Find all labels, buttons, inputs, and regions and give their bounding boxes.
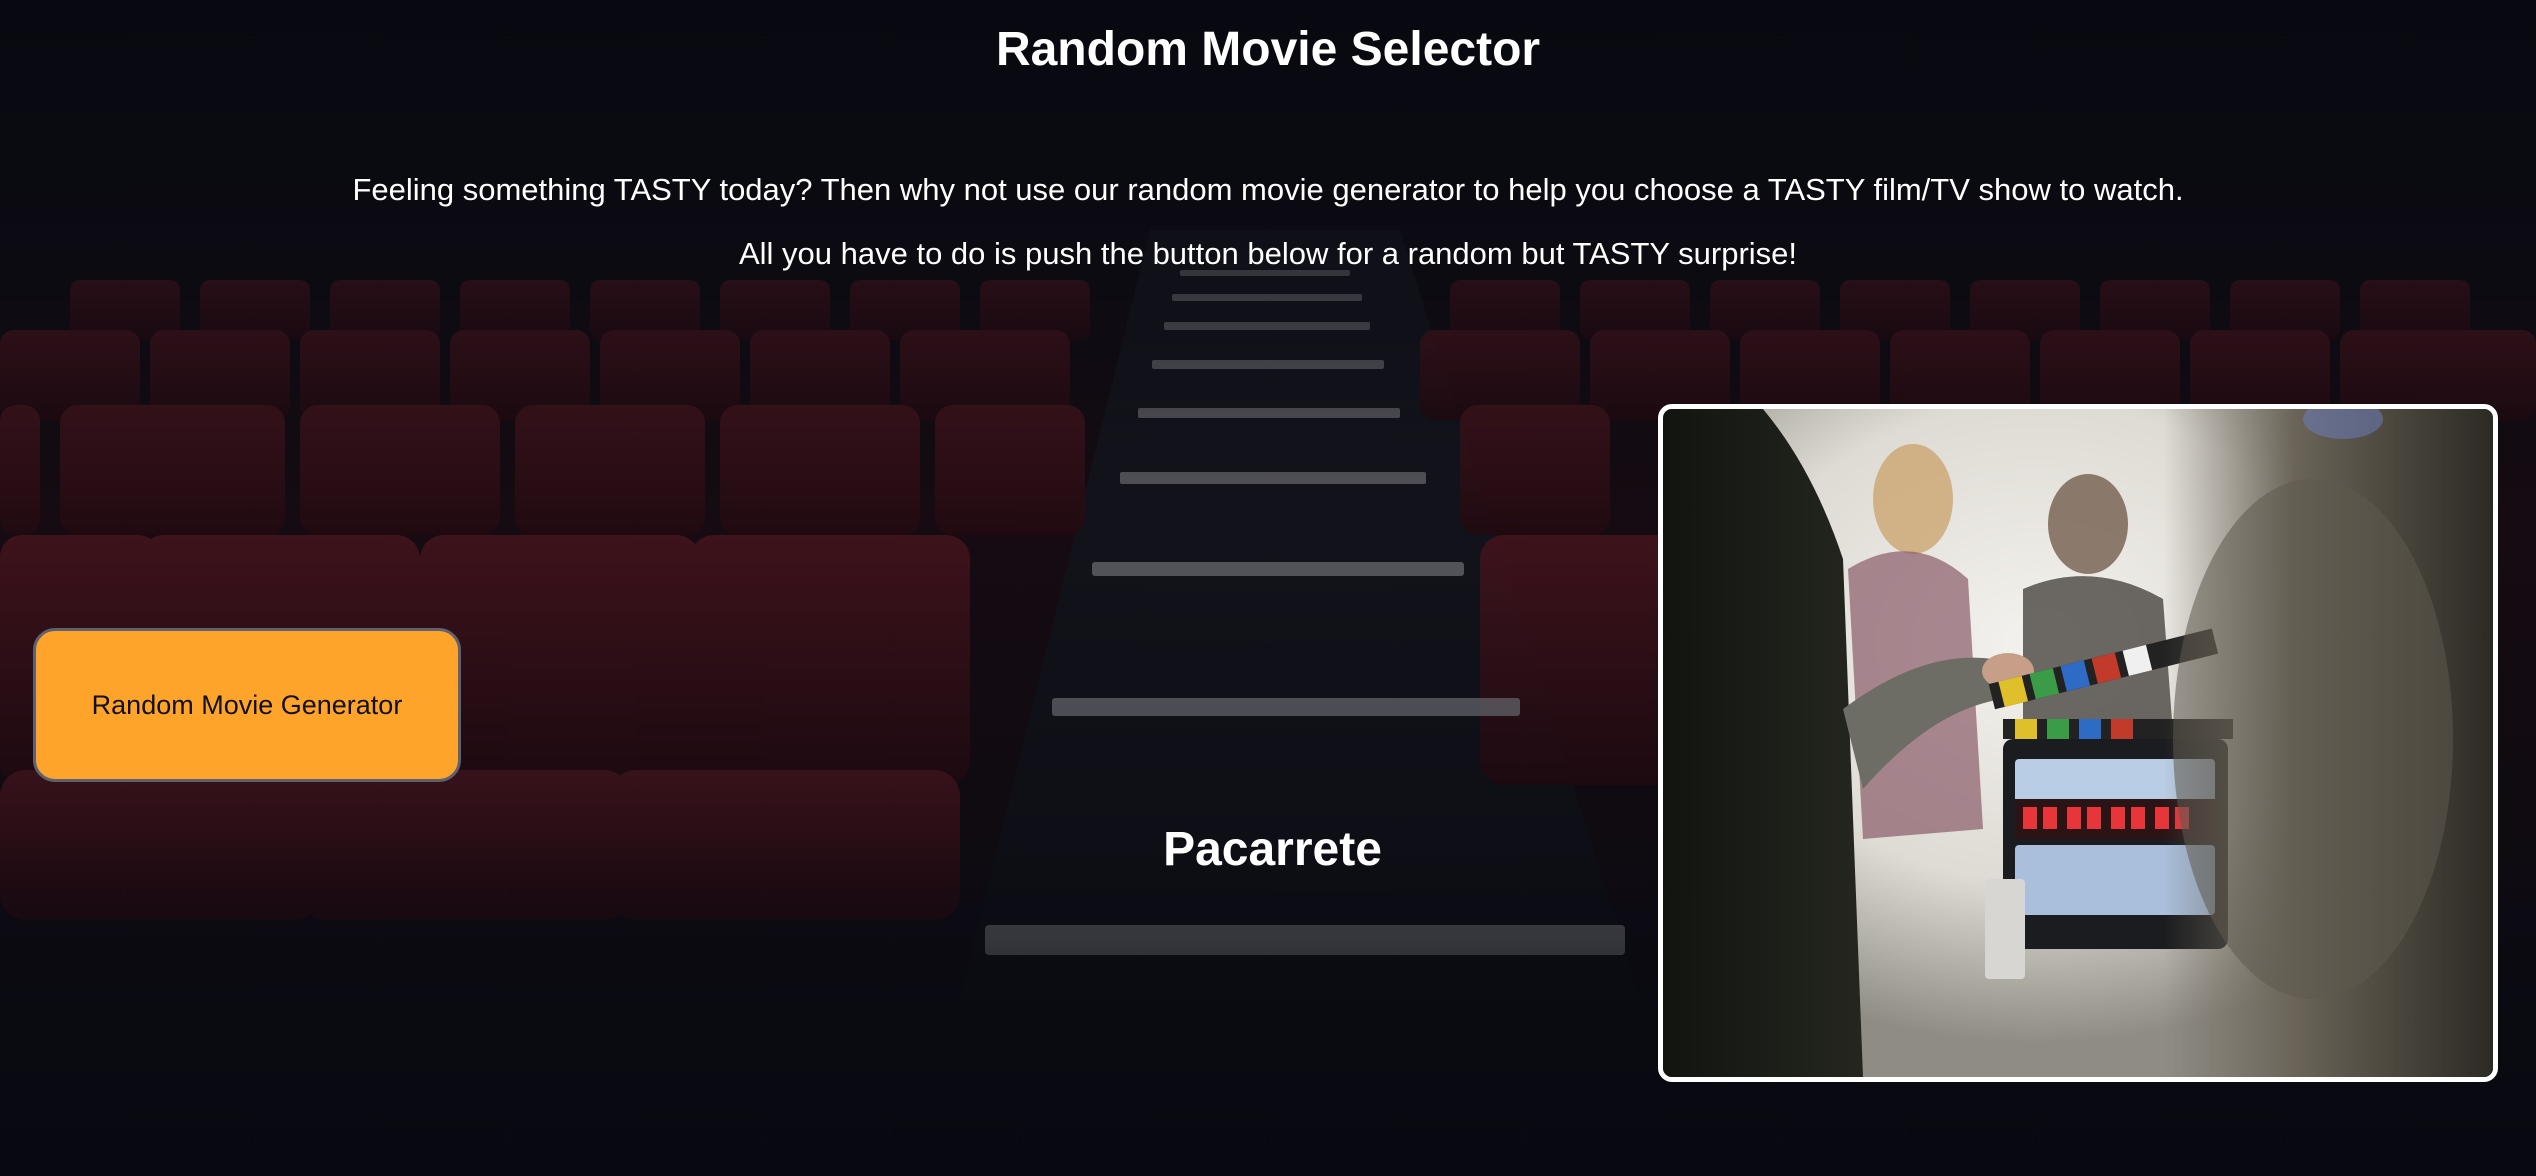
random-movie-generator-button[interactable]: Random Movie Generator bbox=[33, 628, 461, 782]
movie-title: Pacarrete bbox=[1163, 823, 1382, 876]
instruction-text: All you have to do is push the button be… bbox=[738, 236, 1798, 271]
clapperboard-image bbox=[1663, 409, 2493, 1077]
intro-text: Feeling something TASTY today? Then why … bbox=[352, 172, 2184, 207]
page: Random Movie Selector Feeling something … bbox=[0, 0, 2536, 1176]
film-set-photo bbox=[1658, 404, 2498, 1082]
page-title: Random Movie Selector bbox=[995, 23, 1541, 76]
